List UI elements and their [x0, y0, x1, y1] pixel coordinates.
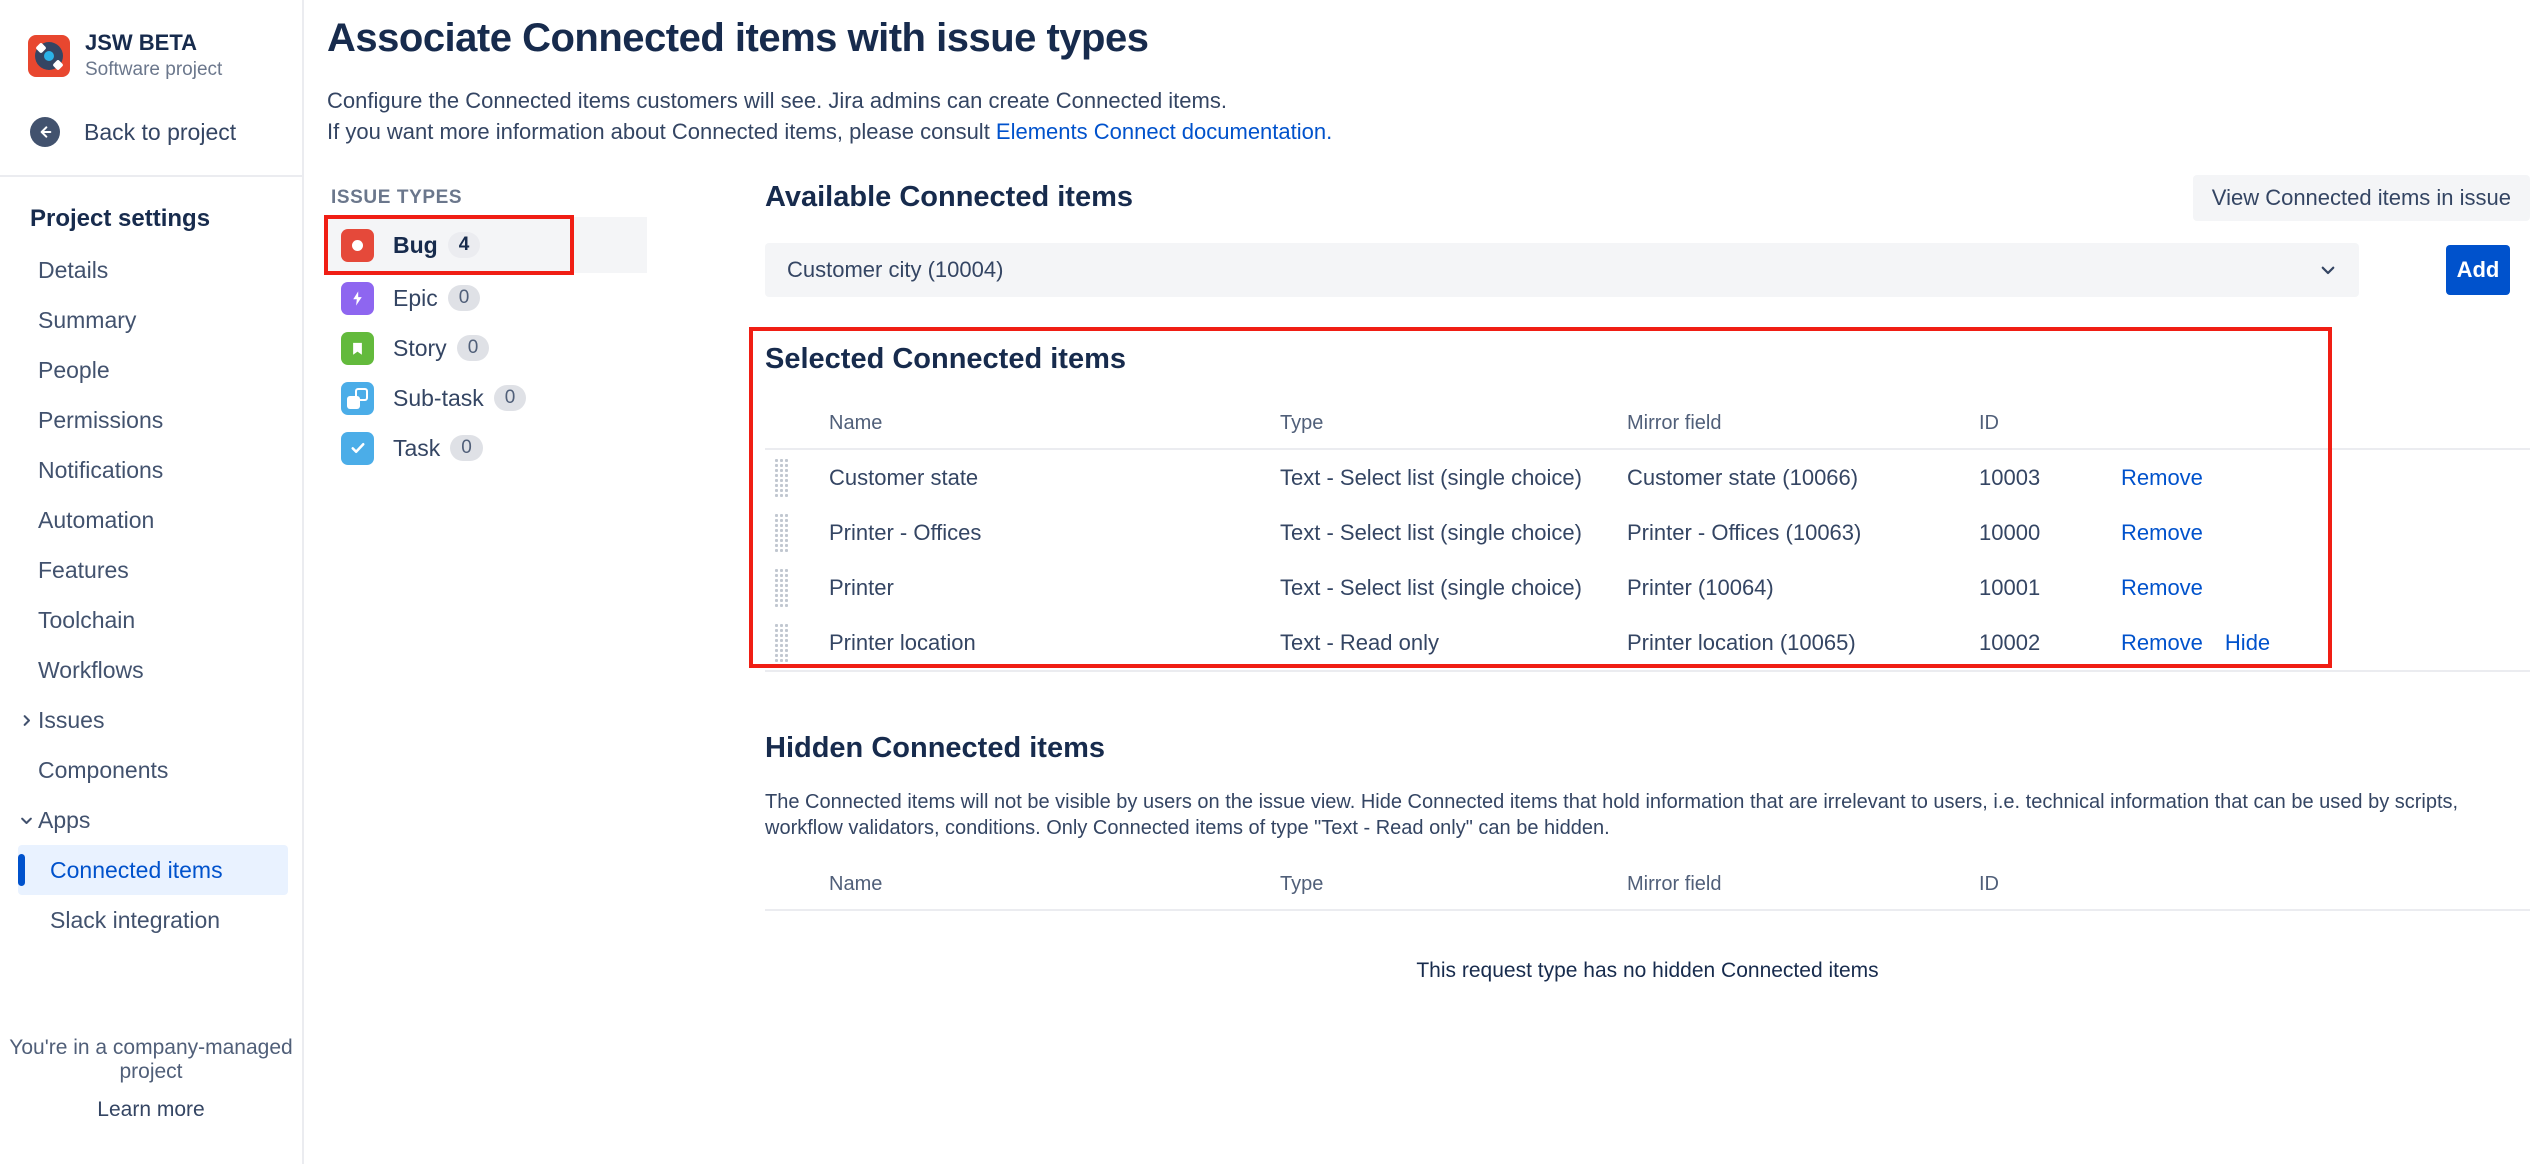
available-items-select[interactable]: Customer city (10004): [765, 243, 2359, 297]
page-title: Associate Connected items with issue typ…: [327, 16, 2532, 61]
app-window: JSW BETA Software project Back to projec…: [0, 0, 2532, 1164]
sidebar-item-permissions[interactable]: Permissions: [0, 395, 302, 445]
back-to-project-button[interactable]: Back to project: [0, 117, 302, 147]
drag-handle-icon[interactable]: [774, 458, 789, 498]
project-settings-sidebar: JSW BETA Software project Back to projec…: [0, 0, 304, 1164]
story-icon: [341, 332, 374, 365]
column-header-type: Type: [1280, 873, 1627, 896]
table-row: Printer Text - Select list (single choic…: [765, 560, 2530, 615]
issue-types-heading: ISSUE TYPES: [331, 187, 647, 209]
view-connected-items-button[interactable]: View Connected items in issue: [2193, 175, 2530, 221]
column-header-mirror: Mirror field: [1627, 412, 1979, 435]
chevron-down-icon: [14, 813, 38, 828]
bug-icon: [341, 229, 374, 262]
drag-handle-icon[interactable]: [774, 623, 789, 663]
elements-connect-docs-link[interactable]: Elements Connect documentation.: [996, 119, 1332, 144]
column-header-type: Type: [1280, 412, 1627, 435]
select-value: Customer city (10004): [787, 257, 1003, 283]
sidebar-item-notifications[interactable]: Notifications: [0, 445, 302, 495]
project-name: JSW BETA: [85, 30, 222, 56]
sidebar-heading: Project settings: [0, 193, 302, 245]
sidebar-item-people[interactable]: People: [0, 345, 302, 395]
selected-table-body: Customer state Text - Select list (singl…: [765, 450, 2530, 672]
table-row: Printer - Offices Text - Select list (si…: [765, 505, 2530, 560]
remove-link[interactable]: Remove: [2121, 575, 2203, 601]
project-avatar: [28, 35, 70, 77]
hidden-items-description: The Connected items will not be visible …: [765, 789, 2525, 841]
available-items-heading: Available Connected items: [765, 181, 1133, 214]
sidebar-item-summary[interactable]: Summary: [0, 295, 302, 345]
hide-link[interactable]: Hide: [2225, 630, 2270, 656]
main-content: Associate Connected items with issue typ…: [304, 0, 2532, 1164]
issue-type-story[interactable]: Story 0: [327, 323, 647, 373]
issue-type-subtask[interactable]: Sub-task 0: [327, 373, 647, 423]
remove-link[interactable]: Remove: [2121, 520, 2203, 546]
settings-nav: Project settings Details Summary People …: [0, 193, 302, 945]
column-header-name: Name: [829, 873, 1280, 896]
issue-type-epic[interactable]: Epic 0: [327, 273, 647, 323]
issue-type-task[interactable]: Task 0: [327, 423, 647, 473]
issue-count-badge: 0: [448, 285, 481, 311]
issue-count-badge: 0: [457, 335, 490, 361]
page-description: Configure the Connected items customers …: [327, 85, 2532, 147]
issue-count-badge: 0: [494, 385, 527, 411]
epic-icon: [341, 282, 374, 315]
issue-count-badge: 4: [448, 232, 481, 258]
drag-handle-icon[interactable]: [774, 568, 789, 608]
hidden-empty-message: This request type has no hidden Connecte…: [765, 959, 2530, 983]
subtask-icon: [341, 382, 374, 415]
sidebar-item-automation[interactable]: Automation: [0, 495, 302, 545]
column-header-mirror: Mirror field: [1627, 873, 1979, 896]
sidebar-item-details[interactable]: Details: [0, 245, 302, 295]
add-button[interactable]: Add: [2446, 245, 2510, 295]
sidebar-footer: You're in a company-managed project Lear…: [0, 1036, 302, 1164]
selected-items-section: Selected Connected items Name Type Mirro…: [765, 343, 2530, 672]
project-header: JSW BETA Software project: [0, 30, 302, 81]
back-to-project-label: Back to project: [84, 119, 236, 146]
sidebar-item-features[interactable]: Features: [0, 545, 302, 595]
arrow-left-icon: [30, 117, 60, 147]
selected-items-heading: Selected Connected items: [765, 343, 2530, 376]
chevron-right-icon: [14, 713, 38, 728]
select-chevron-down-icon: [2319, 261, 2337, 279]
sidebar-item-toolchain[interactable]: Toolchain: [0, 595, 302, 645]
issue-type-bug[interactable]: Bug 4: [327, 217, 647, 273]
managed-project-note: You're in a company-managed project: [0, 1036, 302, 1084]
sidebar-divider: [0, 175, 302, 177]
learn-more-link[interactable]: Learn more: [0, 1098, 302, 1122]
hidden-items-section: Hidden Connected items The Connected ite…: [765, 732, 2530, 983]
hidden-table-header: Name Type Mirror field ID: [765, 859, 2530, 911]
selected-table-header: Name Type Mirror field ID: [765, 398, 2530, 450]
remove-link[interactable]: Remove: [2121, 465, 2203, 491]
connected-items-panel: Available Connected items View Connected…: [765, 181, 2532, 983]
sidebar-item-slack-integration[interactable]: Slack integration: [0, 895, 302, 945]
issue-types-panel: ISSUE TYPES Bug 4 Epic 0: [327, 181, 647, 983]
column-header-id: ID: [1979, 412, 2121, 435]
project-type: Software project: [85, 59, 222, 81]
sidebar-item-issues[interactable]: Issues: [0, 695, 302, 745]
remove-link[interactable]: Remove: [2121, 630, 2203, 656]
sidebar-item-apps[interactable]: Apps: [0, 795, 302, 845]
column-header-id: ID: [1979, 873, 2121, 896]
table-row: Customer state Text - Select list (singl…: [765, 450, 2530, 505]
description-line1: Configure the Connected items customers …: [327, 88, 1227, 113]
column-header-name: Name: [829, 412, 1280, 435]
sidebar-item-components[interactable]: Components: [0, 745, 302, 795]
description-line2: If you want more information about Conne…: [327, 119, 996, 144]
drag-handle-icon[interactable]: [774, 513, 789, 553]
table-row: Printer location Text - Read only Printe…: [765, 615, 2530, 670]
sidebar-item-workflows[interactable]: Workflows: [0, 645, 302, 695]
task-icon: [341, 432, 374, 465]
hidden-items-heading: Hidden Connected items: [765, 732, 2530, 765]
issue-count-badge: 0: [450, 435, 483, 461]
sidebar-item-connected-items[interactable]: Connected items: [18, 845, 288, 895]
